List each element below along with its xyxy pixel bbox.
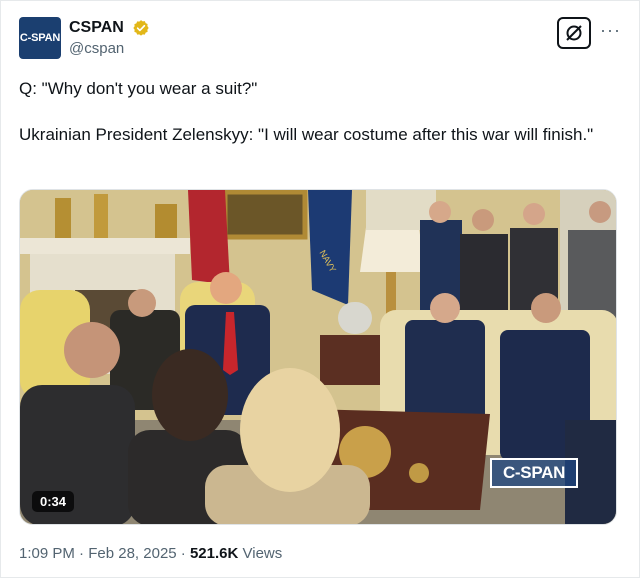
avatar-logo-text: C-SPAN [19, 32, 61, 44]
tweet-line-question: Q: "Why don't you wear a suit?" [19, 79, 258, 98]
verified-badge-icon [133, 20, 149, 36]
author-display-name[interactable]: CSPAN [69, 19, 124, 37]
tweet-card: C-SPAN CSPAN @cspan ··· Q: "Why don't yo… [0, 0, 640, 578]
video-player[interactable]: NAVY 0:34 C-SPAN [19, 189, 617, 525]
meta-separator-2: · [176, 545, 190, 562]
gold-vase-2 [94, 194, 108, 238]
post-time[interactable]: 1:09 PM [19, 545, 75, 562]
standing-head-2 [472, 209, 494, 231]
foreground-hair-2 [152, 349, 228, 441]
foreground-hair-3 [240, 368, 340, 492]
tweet-meta: 1:09 PM · Feb 28, 2025 · 521.6K Views [19, 545, 282, 562]
dome-clock [338, 302, 372, 334]
seated-head-trump [210, 272, 242, 304]
author-handle[interactable]: @cspan [69, 40, 150, 57]
seated-head-rubio [531, 293, 561, 323]
standing-head-3 [523, 203, 545, 225]
gold-vase-3 [155, 204, 177, 238]
meta-separator-1: · [74, 545, 89, 562]
video-duration: 0:34 [32, 491, 75, 512]
post-date[interactable]: Feb 28, 2025 [88, 545, 176, 562]
avatar[interactable]: C-SPAN [19, 17, 61, 59]
seated-head-zelensky [128, 289, 156, 317]
views-count: 521.6K [189, 545, 239, 562]
tweet-header: C-SPAN CSPAN @cspan ··· [19, 15, 621, 61]
author-block: CSPAN @cspan [69, 19, 150, 57]
seated-head-vance [430, 293, 460, 323]
standing-head-1 [429, 201, 451, 223]
foreground-head-1 [64, 322, 120, 378]
grok-icon [566, 25, 582, 41]
grok-button[interactable] [557, 17, 591, 49]
tweet-text: Q: "Why don't you wear a suit?" Ukrainia… [19, 77, 619, 146]
tweet-line-spacer [19, 100, 619, 123]
views-label: Views [238, 545, 283, 562]
fireplace-mantel [20, 238, 190, 254]
painting [222, 190, 308, 240]
navy-flag [308, 190, 352, 305]
standing-head-4 [589, 201, 611, 223]
more-options-button[interactable]: ··· [600, 21, 621, 39]
red-flag [188, 190, 230, 285]
gold-vase-1 [55, 198, 71, 238]
tweet-line-answer: Ukrainian President Zelenskyy: "I will w… [19, 125, 594, 144]
gold-dish [409, 463, 429, 483]
cspan-watermark: C-SPAN [490, 458, 578, 488]
